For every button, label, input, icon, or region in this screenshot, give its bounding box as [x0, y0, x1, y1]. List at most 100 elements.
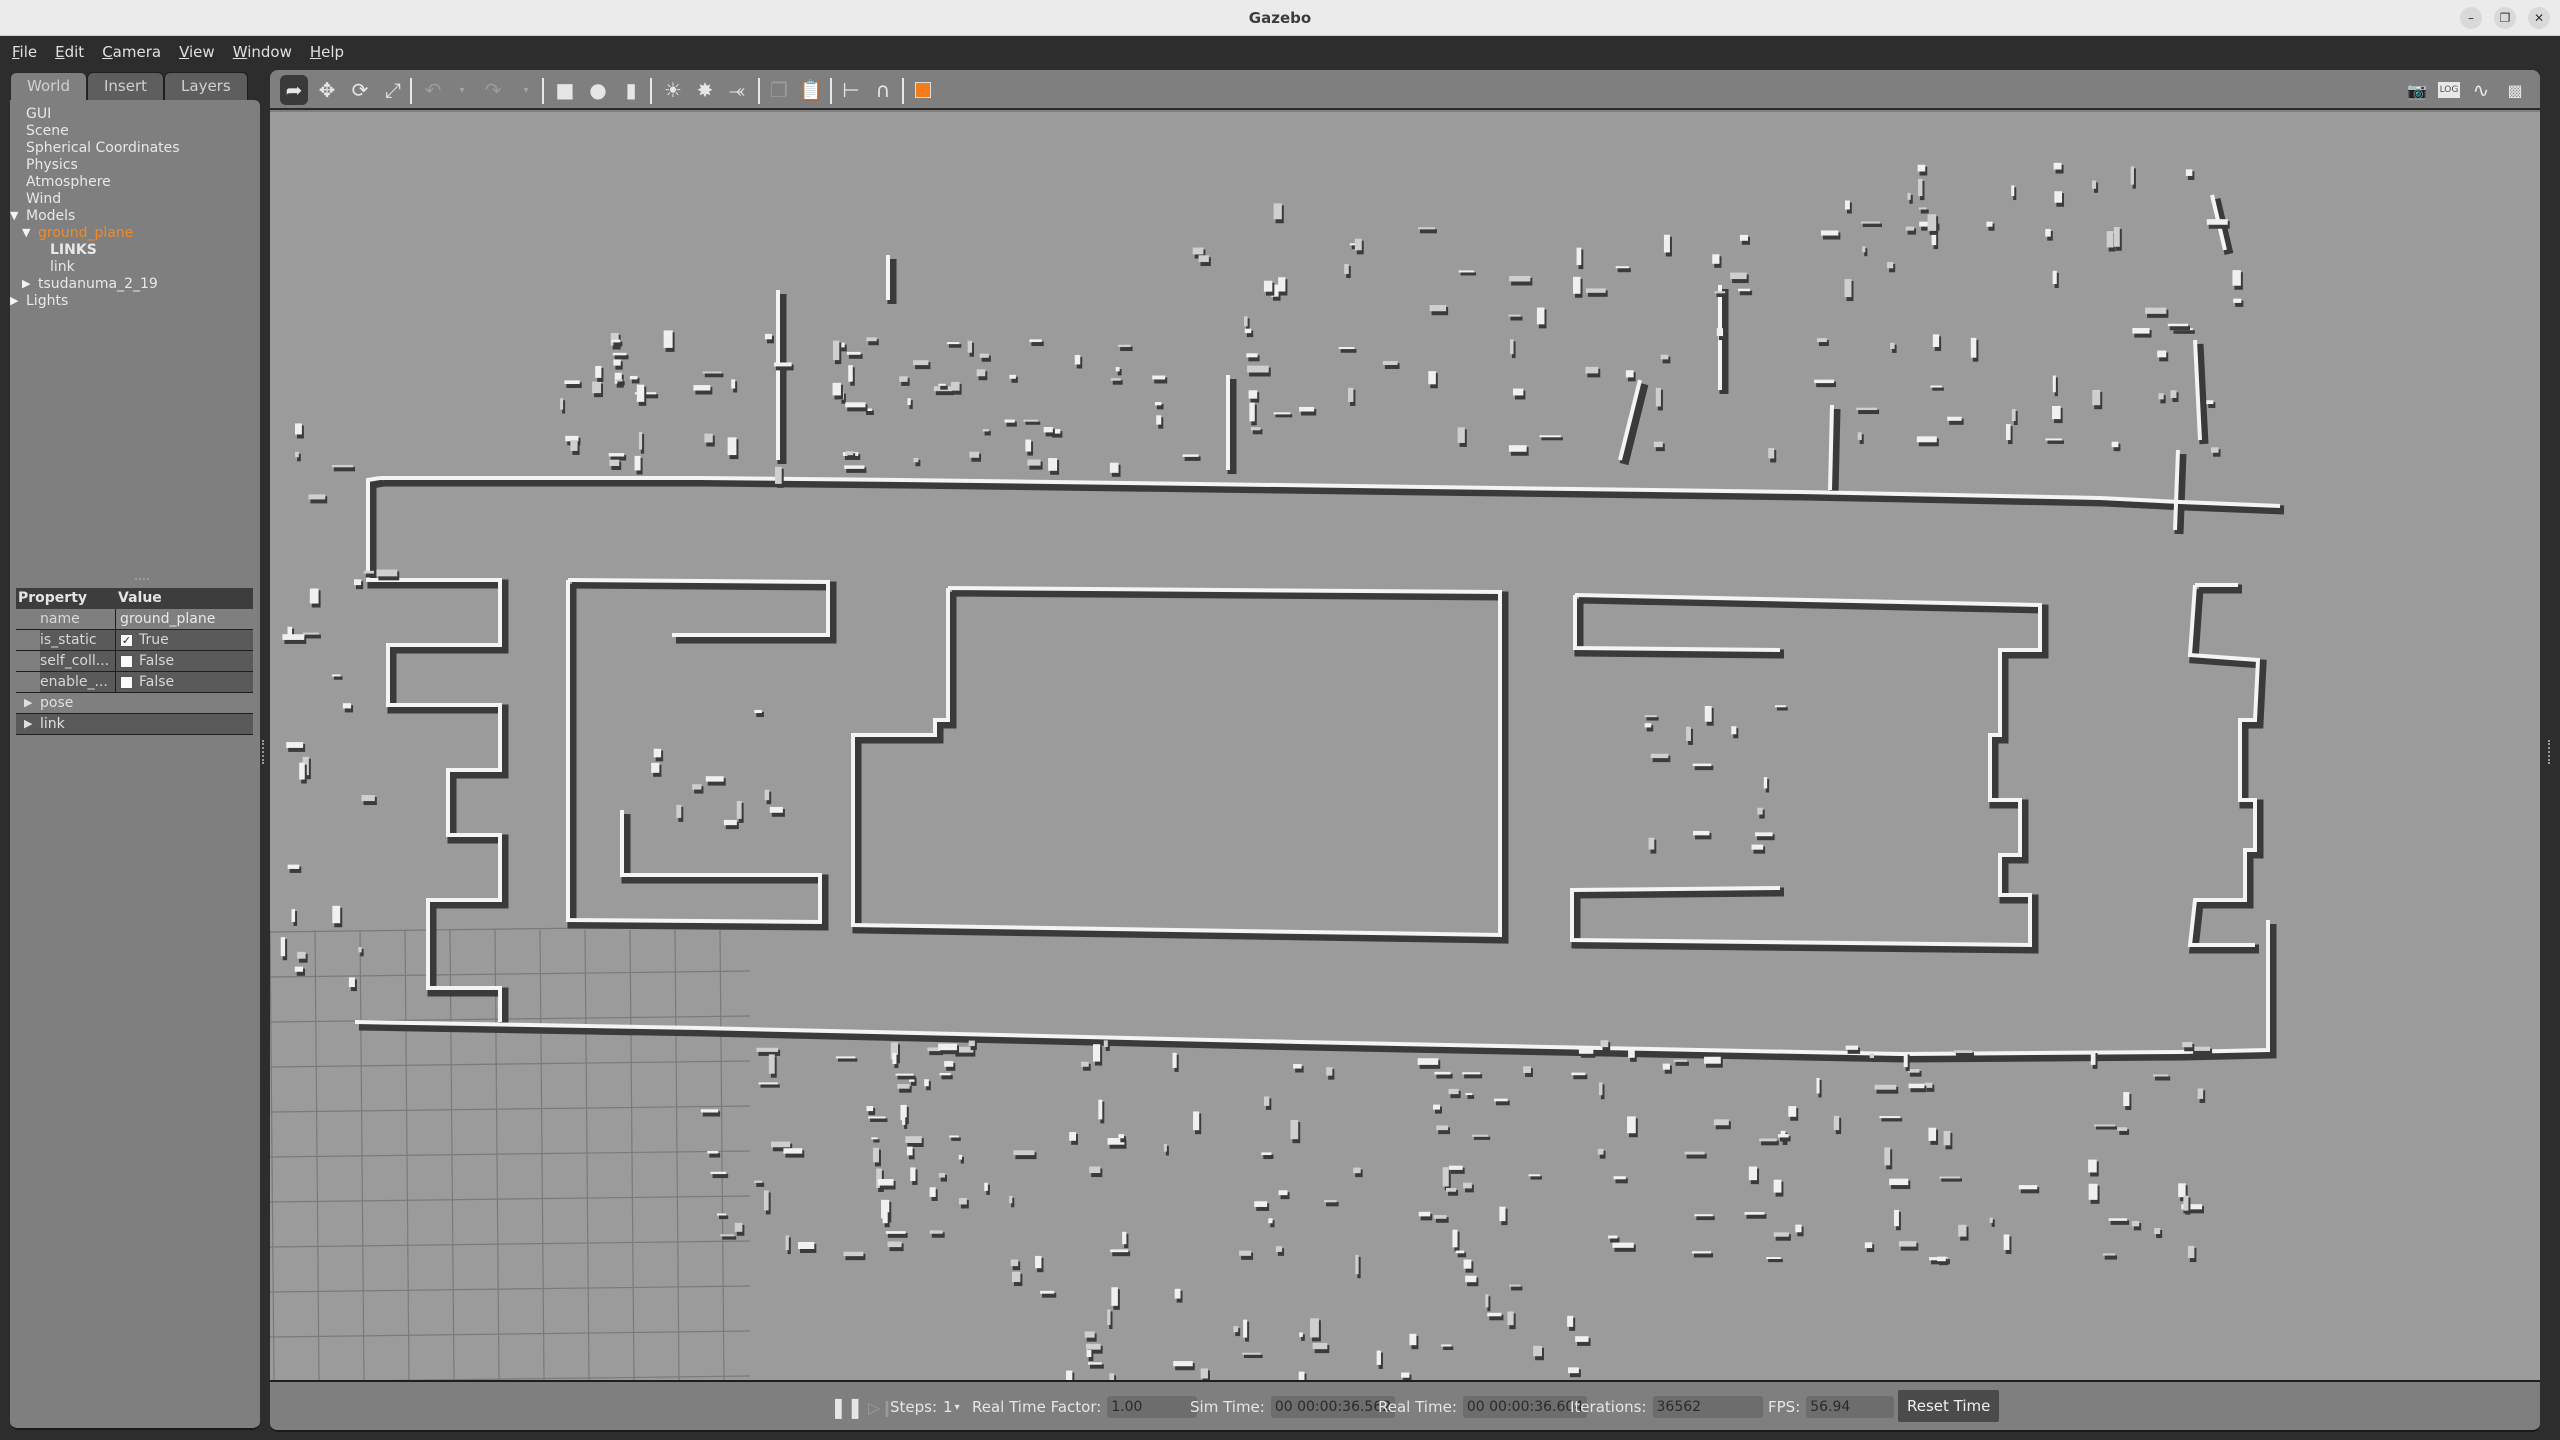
log-button[interactable]: LOG [2436, 77, 2462, 103]
collapse-arrow-icon[interactable]: ▼ [22, 226, 30, 239]
menu-view[interactable]: View [179, 43, 215, 61]
select-mode-button[interactable]: ➦ [280, 75, 308, 105]
reset-time-button[interactable]: Reset Time [1898, 1390, 2000, 1422]
tree-item-gui[interactable]: GUI [10, 106, 260, 123]
property-row-self-collide[interactable]: self_coll... False [16, 651, 253, 672]
cylinder-button[interactable]: ▮ [618, 77, 644, 103]
pause-button[interactable]: ❚❚ [830, 1382, 864, 1432]
paste-button[interactable]: 📋 [798, 77, 824, 103]
snap-button[interactable]: ∩ [870, 77, 896, 103]
property-group-pose[interactable]: ▶ pose [16, 693, 253, 714]
world-tree: GUI Scene Spherical Coordinates Physics Atmo… [10, 106, 260, 310]
tree-item-link[interactable]: link [10, 259, 260, 276]
minimize-button[interactable]: – [2460, 7, 2482, 29]
spot-light-button[interactable]: ✸ [692, 77, 718, 103]
obstacle-block [1608, 1235, 1618, 1239]
obstacle-block [2052, 270, 2057, 285]
tree-item-spherical-coordinates[interactable]: Spherical Coordinates [10, 140, 260, 157]
ground-grid-line [629, 929, 635, 1380]
redo-button[interactable]: ↷ [480, 77, 506, 103]
tab-layers[interactable]: Layers [164, 72, 248, 100]
tree-item-models[interactable]: ▼ Models [10, 208, 260, 225]
tab-world[interactable]: World [10, 72, 87, 102]
view-angle-button[interactable] [910, 77, 936, 103]
is-static-checkbox[interactable]: ✓ [120, 633, 133, 647]
tree-item-physics[interactable]: Physics [10, 157, 260, 174]
sphere-button[interactable]: ● [585, 77, 611, 103]
obstacle-block [2183, 1195, 2189, 1211]
menu-window[interactable]: Window [233, 43, 292, 61]
directional-light-button[interactable]: ⤛ [724, 77, 750, 103]
obstacle-block [1354, 238, 1362, 251]
property-row-is-static[interactable]: is_static ✓ True [16, 630, 253, 651]
obstacle-block [1879, 1116, 1901, 1119]
video-record-button[interactable]: ▩ [2502, 77, 2528, 103]
obstacle-block [2206, 400, 2214, 405]
obstacle-block [1567, 1315, 1574, 1327]
fps-label: FPS: [1768, 1398, 1801, 1416]
tree-item-scene[interactable]: Scene [10, 123, 260, 140]
property-row-enable-wind[interactable]: enable_... False [16, 672, 253, 693]
obstacle-block [287, 864, 300, 869]
obstacle-block [1662, 1063, 1670, 1070]
property-value[interactable]: ground_plane [120, 609, 215, 629]
self-collide-checkbox[interactable] [120, 654, 133, 668]
plot-button[interactable]: ∿ [2468, 77, 2494, 103]
enable-wind-checkbox[interactable] [120, 675, 133, 689]
close-button[interactable]: ✕ [2528, 7, 2550, 29]
collapse-arrow-icon[interactable]: ▼ [10, 209, 18, 222]
expand-arrow-icon[interactable]: ▶ [10, 294, 18, 307]
property-row-name[interactable]: name ground_plane [16, 609, 253, 630]
box-button[interactable]: ■ [552, 77, 578, 103]
tab-insert[interactable]: Insert [87, 72, 165, 100]
translate-mode-button[interactable]: ✥ [314, 77, 340, 103]
obstacle-block [1243, 1319, 1248, 1338]
obstacle-block [1200, 1368, 1208, 1379]
menu-help[interactable]: Help [310, 43, 344, 61]
undo-button[interactable]: ↶ [420, 77, 446, 103]
rotate-mode-button[interactable]: ⟳ [347, 77, 373, 103]
tree-item-links[interactable]: LINKS [10, 242, 260, 259]
obstacle-block [882, 1210, 888, 1224]
redo-history-dropdown[interactable]: ▾ [520, 77, 532, 103]
point-light-button[interactable]: ☀ [660, 77, 686, 103]
right-splitter-handle[interactable] [2548, 740, 2552, 764]
obstacle-block [899, 376, 908, 382]
left-splitter-handle[interactable] [262, 740, 266, 764]
obstacle-block [1585, 288, 1606, 293]
tree-item-lights[interactable]: ▶ Lights [10, 293, 260, 310]
obstacle-block [1013, 1150, 1035, 1156]
menu-camera[interactable]: Camera [102, 43, 161, 61]
obstacle-block [1512, 388, 1524, 396]
obstacle-block [910, 1167, 916, 1181]
tree-item-atmosphere[interactable]: Atmosphere [10, 174, 260, 191]
steps-value[interactable]: 1 [943, 1398, 953, 1416]
obstacle-block [1174, 1288, 1181, 1299]
tree-item-tsudanuma-2-19[interactable]: ▶ tsudanuma_2_19 [10, 276, 260, 293]
steps-spinner-icon[interactable]: ▾ [955, 1402, 960, 1413]
scale-mode-button[interactable]: ⤢ [380, 77, 406, 103]
obstacle-block [653, 748, 662, 758]
expand-arrow-icon: ▶ [24, 717, 33, 730]
obstacle-block [846, 351, 861, 355]
align-button[interactable]: ⊢ [838, 77, 864, 103]
tree-item-wind[interactable]: Wind [10, 191, 260, 208]
maximize-button[interactable]: ❐ [2494, 7, 2516, 29]
move-arrows-icon: ✥ [318, 78, 336, 102]
obstacle-block [638, 431, 643, 450]
obstacle-block [1927, 214, 1937, 231]
scene-render[interactable] [270, 112, 2540, 1380]
obstacle-block [2091, 180, 2097, 189]
menu-file[interactable]: File [12, 43, 37, 61]
menu-edit[interactable]: Edit [55, 43, 84, 61]
property-group-link[interactable]: ▶ link [16, 714, 253, 735]
undo-history-dropdown[interactable]: ▾ [456, 77, 468, 103]
tree-item-ground-plane[interactable]: ▼ ground_plane [10, 225, 260, 242]
3d-viewport[interactable] [270, 112, 2540, 1380]
obstacle-block [1449, 1165, 1463, 1170]
screenshot-button[interactable]: 📷 [2404, 77, 2430, 103]
obstacle-block [1625, 370, 1634, 378]
expand-arrow-icon[interactable]: ▶ [22, 277, 30, 290]
panel-splitter-handle[interactable] [135, 578, 149, 581]
copy-button[interactable]: ❐ [766, 77, 792, 103]
